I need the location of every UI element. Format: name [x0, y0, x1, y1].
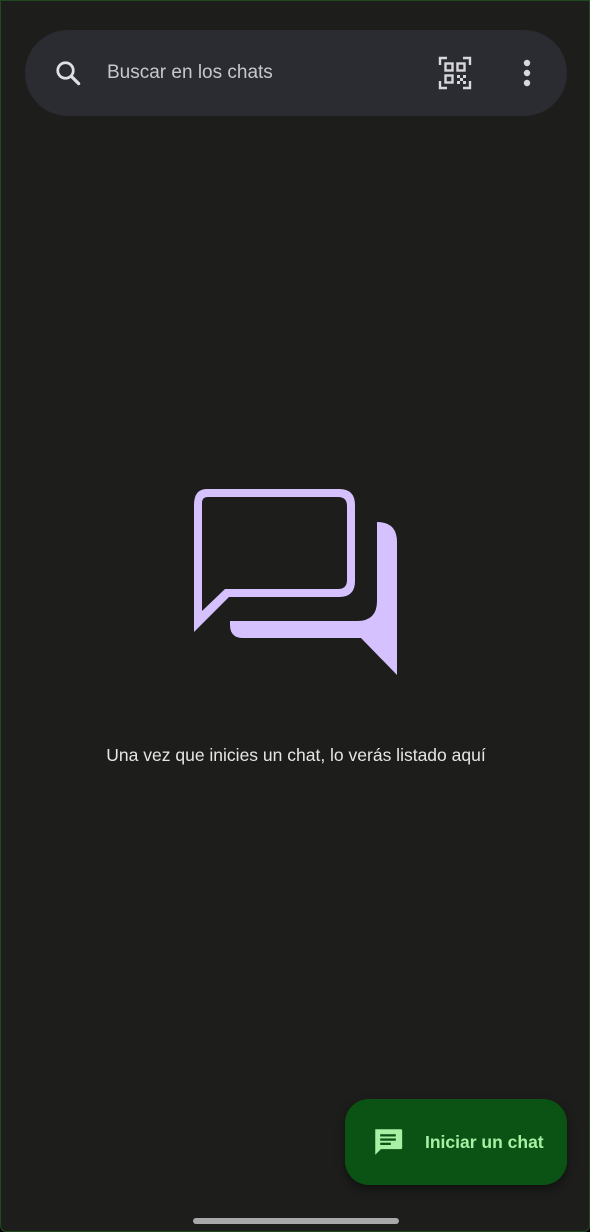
start-chat-button[interactable]: Iniciar un chat: [345, 1099, 567, 1185]
message-icon: [371, 1125, 405, 1159]
search-input[interactable]: [105, 61, 435, 85]
search-bar[interactable]: [25, 30, 567, 116]
chat-list-screen: Una vez que inicies un chat, lo verás li…: [0, 0, 590, 1232]
search-icon[interactable]: [53, 58, 83, 88]
qr-code-scanner-icon[interactable]: [435, 53, 475, 93]
empty-state-message: Una vez que inicies un chat, lo verás li…: [106, 745, 486, 765]
chat-bubbles-icon: [191, 487, 401, 679]
gesture-navigation-handle[interactable]: [193, 1218, 399, 1224]
more-vert-icon[interactable]: [517, 53, 537, 93]
start-chat-label: Iniciar un chat: [425, 1131, 544, 1152]
